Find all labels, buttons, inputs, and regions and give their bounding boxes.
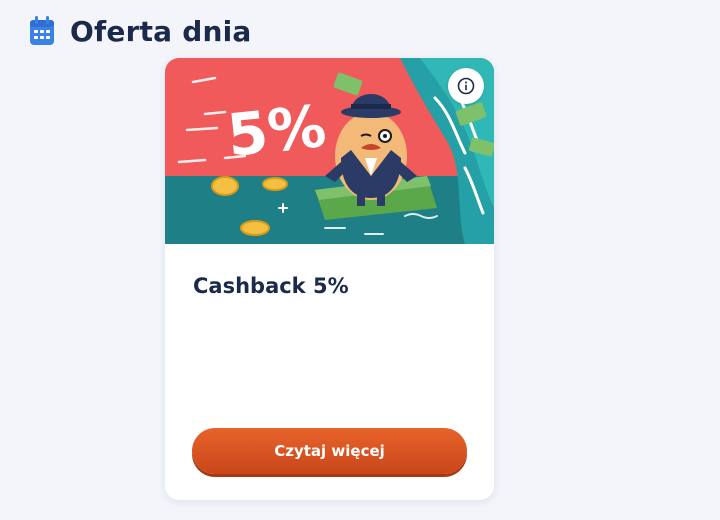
page: Oferta dnia 5% Cashback 5% Czytaj więcej xyxy=(0,0,720,520)
section-header: Oferta dnia xyxy=(28,12,251,50)
section-title: Oferta dnia xyxy=(70,14,252,48)
info-icon xyxy=(457,77,475,95)
calendar-icon xyxy=(28,15,56,47)
banner-badge: 5% xyxy=(224,92,329,170)
read-more-button[interactable]: Czytaj więcej xyxy=(192,428,467,474)
info-button[interactable] xyxy=(448,68,484,104)
offer-title: Cashback 5% xyxy=(193,274,349,298)
offer-banner-image: 5% xyxy=(165,58,494,244)
offer-card[interactable]: 5% Cashback 5% Czytaj więcej xyxy=(165,58,494,500)
